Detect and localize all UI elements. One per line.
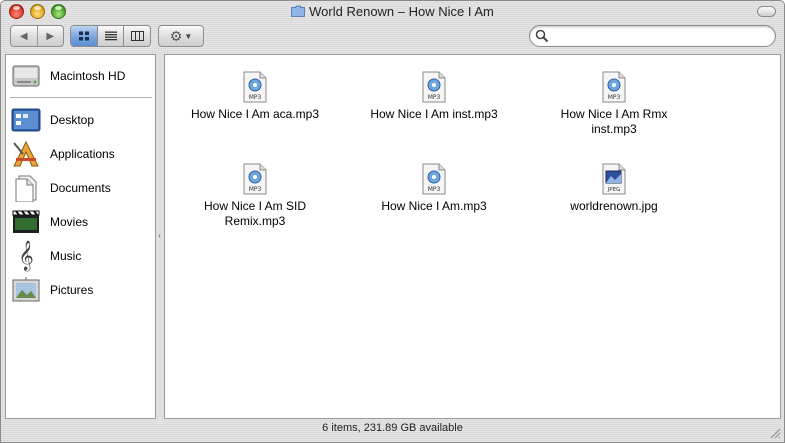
list-view-icon [104, 31, 117, 41]
svg-text:MP3: MP3 [428, 186, 441, 193]
documents-icon [10, 173, 42, 203]
hard-drive-icon [10, 61, 42, 91]
status-bar-text: 6 items, 231.89 GB available [322, 422, 463, 434]
forward-button[interactable]: ▶ [36, 26, 64, 46]
sidebar-splitter-handle[interactable]: ‹ [156, 231, 163, 241]
mp3-file-icon: MP3 [422, 163, 446, 195]
mp3-file-icon: MP3 [602, 71, 626, 103]
file-name: How Nice I Am SID Remix.mp3 [203, 199, 307, 228]
view-button-group [70, 25, 151, 47]
forward-arrow-icon: ▶ [46, 30, 55, 42]
sidebar-item-documents[interactable]: Documents [10, 171, 152, 205]
file-item-mp3[interactable]: MP3 How Nice I Am aca.mp3 [180, 71, 330, 122]
sidebar-item-label: Movies [50, 215, 89, 229]
sidebar-item-movies[interactable]: Movies [10, 205, 152, 239]
file-name: How Nice I Am.mp3 [381, 199, 487, 213]
title-bar[interactable]: World Renown – How Nice I Am [1, 1, 784, 23]
chevron-down-icon: ▼ [184, 31, 193, 41]
mp3-file-icon: MP3 [243, 71, 267, 103]
sidebar-item-label: Music [50, 249, 82, 263]
finder-window: World Renown – How Nice I Am ◀ ▶ ⚙ ▼ Mac… [0, 0, 785, 443]
search-field[interactable] [529, 25, 776, 47]
file-item-mp3[interactable]: MP3 How Nice I Am.mp3 [359, 163, 509, 214]
file-name: How Nice I Am Rmx inst.mp3 [560, 107, 668, 136]
file-item-jpeg[interactable]: JPEG worldrenown.jpg [539, 163, 689, 214]
sidebar-item-pictures[interactable]: Pictures [10, 273, 152, 307]
sidebar-item-label: Macintosh HD [50, 69, 126, 83]
window-title-wrap: World Renown – How Nice I Am [1, 4, 784, 19]
file-browser-pane[interactable]: MP3 How Nice I Am aca.mp3 MP3 How Nice I… [164, 54, 781, 419]
music-icon: 𝄞 [18, 241, 34, 271]
svg-text:MP3: MP3 [608, 94, 621, 101]
file-name: worldrenown.jpg [570, 199, 658, 213]
back-button[interactable]: ◀ [11, 26, 37, 46]
file-item-mp3[interactable]: MP3 How Nice I Am inst.mp3 [359, 71, 509, 122]
search-input[interactable] [552, 28, 767, 44]
svg-text:MP3: MP3 [428, 94, 441, 101]
sidebar: Macintosh HD Desktop Applications Docume… [5, 54, 156, 419]
folder-icon [291, 5, 306, 17]
applications-icon [10, 139, 42, 169]
nav-button-group: ◀ ▶ [10, 25, 64, 47]
svg-text:JPEG: JPEG [607, 187, 621, 193]
file-item-mp3[interactable]: MP3 How Nice I Am Rmx inst.mp3 [539, 71, 689, 137]
sidebar-item-label: Desktop [50, 113, 95, 127]
movies-icon [10, 207, 42, 237]
window-title: World Renown – How Nice I Am [309, 4, 494, 19]
toolbar-toggle-button[interactable] [757, 6, 776, 17]
column-view-icon [130, 31, 144, 41]
svg-text:MP3: MP3 [249, 94, 262, 101]
sidebar-item-applications[interactable]: Applications [10, 137, 152, 171]
sidebar-item-music[interactable]: 𝄞 Music [10, 239, 152, 273]
sidebar-item-label: Pictures [50, 283, 94, 297]
sidebar-item-label: Applications [50, 147, 115, 161]
svg-text:MP3: MP3 [249, 186, 262, 193]
resize-grip-icon[interactable] [769, 427, 781, 439]
back-arrow-icon: ◀ [19, 30, 28, 42]
file-item-mp3[interactable]: MP3 How Nice I Am SID Remix.mp3 [180, 163, 330, 229]
icon-view-button[interactable] [71, 26, 97, 46]
sidebar-divider [10, 97, 152, 98]
mp3-file-icon: MP3 [422, 71, 446, 103]
desktop-icon [10, 105, 42, 135]
gear-icon: ⚙ [169, 27, 183, 44]
search-icon [535, 29, 549, 43]
column-view-button[interactable] [123, 26, 150, 46]
icon-view-icon [78, 31, 89, 41]
sidebar-item-label: Documents [50, 181, 111, 195]
pictures-icon [10, 275, 42, 305]
file-name: How Nice I Am aca.mp3 [190, 107, 320, 121]
sidebar-item-desktop[interactable]: Desktop [10, 103, 152, 137]
list-view-button[interactable] [96, 26, 124, 46]
file-name: How Nice I Am inst.mp3 [370, 107, 498, 121]
sidebar-item-macintosh-hd[interactable]: Macintosh HD [10, 59, 152, 93]
jpeg-file-icon: JPEG [602, 163, 626, 195]
mp3-file-icon: MP3 [243, 163, 267, 195]
action-menu-button[interactable]: ⚙ ▼ [158, 25, 204, 47]
